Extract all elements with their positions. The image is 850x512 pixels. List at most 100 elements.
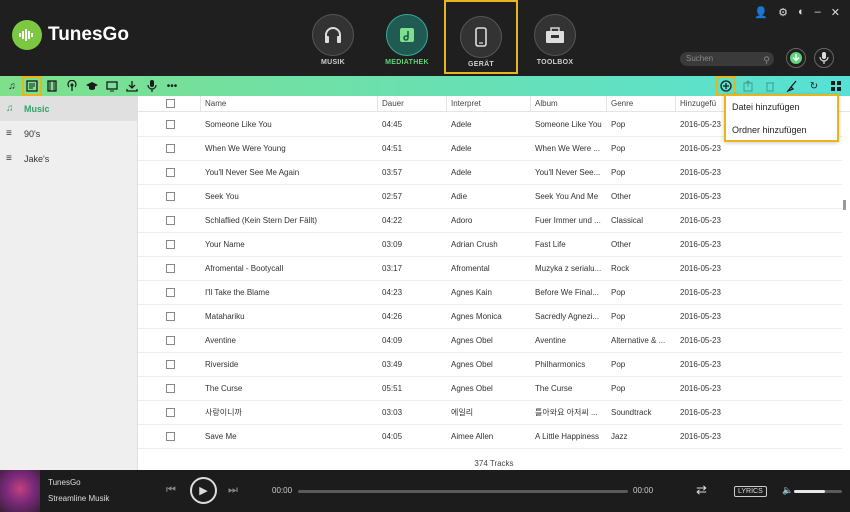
row-checkbox[interactable] xyxy=(166,120,175,129)
row-checkbox[interactable] xyxy=(166,216,175,225)
trash-icon[interactable] xyxy=(762,78,778,94)
table-row[interactable]: Schlaflied (Kein Stern Der Fällt) 04:22 Ad… xyxy=(138,209,842,233)
gear-icon[interactable]: ⚙ xyxy=(778,6,788,19)
film-icon[interactable] xyxy=(44,78,60,94)
toggle-icon[interactable]: ◐ xyxy=(798,6,805,19)
previous-icon[interactable]: ⏮ xyxy=(166,484,176,497)
export-icon[interactable] xyxy=(740,78,756,94)
table-row[interactable]: Aventine 04:09 Agnes Obel Aventine Alternati… xyxy=(138,329,842,353)
add-icon[interactable] xyxy=(716,76,736,96)
table-row[interactable]: You'll Never See Me Again 03:57 Adele You'l… xyxy=(138,161,842,185)
row-checkbox[interactable] xyxy=(166,192,175,201)
cell-genre: Classical xyxy=(611,216,644,225)
tv-icon[interactable] xyxy=(104,78,120,94)
cell-genre: Pop xyxy=(611,384,626,393)
table-row[interactable]: Matahariku 04:26 Agnes Monica Sacredly Agne… xyxy=(138,305,842,329)
column-header-artist[interactable]: Interpret xyxy=(447,96,531,112)
user-icon[interactable]: 👤 xyxy=(754,6,768,19)
row-checkbox-cell xyxy=(138,305,201,329)
music-note-icon[interactable]: ♫ xyxy=(4,78,20,94)
refresh-icon[interactable]: ↻ xyxy=(806,78,822,94)
next-icon[interactable]: ⏭ xyxy=(228,484,238,497)
playlist-icon[interactable] xyxy=(22,76,42,96)
table-row[interactable]: 사랑이니까 03:03 에일리 틀아와요 아저씨 ... Soundtrack 2016-… xyxy=(138,401,842,425)
table-row[interactable]: I'll Take the Blame 04:23 Agnes Kain Before… xyxy=(138,281,842,305)
media-toolbar: ♫ ••• ↻ xyxy=(0,76,850,96)
tab-label: MUSIK xyxy=(320,59,346,66)
playlist-sidebar: ♫ Music ≡ 90's ≡ Jake's xyxy=(0,96,138,470)
sidebar-item-jakes[interactable]: ≡ Jake's xyxy=(0,146,137,171)
tab-mediathek[interactable]: MEDIATHEK xyxy=(370,0,444,74)
lyrics-button[interactable]: LYRICS xyxy=(734,486,767,497)
select-all-checkbox[interactable] xyxy=(166,99,175,108)
close-button[interactable]: ✕ xyxy=(831,6,840,19)
row-checkbox[interactable] xyxy=(166,432,175,441)
sidebar-item-music[interactable]: ♫ Music xyxy=(0,96,137,121)
broom-icon[interactable] xyxy=(784,78,800,94)
table-row[interactable]: Your Name 03:09 Adrian Crush Fast Life Other… xyxy=(138,233,842,257)
cell-artist: Afromental xyxy=(451,264,490,273)
download-icon[interactable] xyxy=(124,78,140,94)
graduation-cap-icon[interactable] xyxy=(84,78,100,94)
cell-artist: Aimee Allen xyxy=(451,432,494,441)
minimize-button[interactable]: – xyxy=(815,6,821,19)
row-checkbox[interactable] xyxy=(166,144,175,153)
repeat-icon[interactable]: ⇄ xyxy=(696,482,707,498)
play-button[interactable]: ▶ xyxy=(190,477,217,504)
cell-duration: 02:57 xyxy=(382,192,403,201)
cell-genre: Other xyxy=(611,240,632,249)
sidebar-item-90s[interactable]: ≡ 90's xyxy=(0,121,137,146)
column-header-duration[interactable]: Dauer xyxy=(378,96,447,112)
cell-album: Fast Life xyxy=(535,240,566,249)
row-checkbox[interactable] xyxy=(166,384,175,393)
table-row[interactable]: Afromental - Bootycall 03:17 Afromental Muz… xyxy=(138,257,842,281)
media-type-filters: ♫ ••• xyxy=(4,76,180,96)
column-header-album[interactable]: Album xyxy=(531,96,607,112)
table-row[interactable]: The Curse 05:51 Agnes Obel The Curse Pop 2016… xyxy=(138,377,842,401)
row-checkbox[interactable] xyxy=(166,288,175,297)
table-row[interactable]: Save Me 04:05 Aimee Allen A Little Happines… xyxy=(138,425,842,449)
progress-bar[interactable] xyxy=(298,490,628,493)
player-bar: TunesGo Streamline Musik ⏮ ▶ ⏭ 00:00 00:… xyxy=(0,470,850,512)
table-row[interactable]: Riverside 03:49 Agnes Obel Philharmonics Pop… xyxy=(138,353,842,377)
microphone-icon[interactable] xyxy=(144,78,160,94)
grid-view-icon[interactable] xyxy=(828,78,844,94)
headphones-icon xyxy=(312,14,354,56)
row-checkbox[interactable] xyxy=(166,408,175,417)
sidebar-item-label: 90's xyxy=(24,128,41,139)
cell-genre: Jazz xyxy=(611,432,628,441)
tab-label: GERÄT xyxy=(468,61,494,68)
tab-musik[interactable]: MUSIK xyxy=(296,0,370,74)
more-icon[interactable]: ••• xyxy=(164,78,180,94)
record-button[interactable] xyxy=(814,48,834,68)
row-checkbox[interactable] xyxy=(166,168,175,177)
table-row[interactable]: Seek You 02:57 Adie Seek You And Me Other 201… xyxy=(138,185,842,209)
podcast-icon[interactable] xyxy=(64,78,80,94)
row-checkbox[interactable] xyxy=(166,264,175,273)
search-input[interactable]: Suchen ⚲ xyxy=(680,52,774,66)
cell-duration: 04:45 xyxy=(382,120,403,129)
add-folder-item[interactable]: Ordner hinzufügen xyxy=(726,119,837,142)
tab-toolbox[interactable]: TOOLBOX xyxy=(518,0,592,74)
row-checkbox[interactable] xyxy=(166,312,175,321)
cell-artist: Agnes Kain xyxy=(451,288,492,297)
row-checkbox[interactable] xyxy=(166,360,175,369)
row-checkbox-cell xyxy=(138,281,201,305)
row-checkbox[interactable] xyxy=(166,240,175,249)
app-name: TunesGo xyxy=(48,24,129,45)
add-file-item[interactable]: Datei hinzufügen xyxy=(726,96,837,119)
cell-album: Seek You And Me xyxy=(535,192,599,201)
download-button[interactable] xyxy=(786,48,806,68)
scrollbar[interactable] xyxy=(843,200,846,210)
search-icon[interactable]: ⚲ xyxy=(763,53,770,67)
cell-duration: 05:51 xyxy=(382,384,403,393)
column-header-genre[interactable]: Genre xyxy=(607,96,676,112)
search-placeholder: Suchen xyxy=(686,54,714,63)
row-checkbox-cell xyxy=(138,353,201,377)
volume-slider[interactable] xyxy=(794,490,842,493)
volume-icon[interactable]: 🔈 xyxy=(782,485,793,496)
toolbox-icon xyxy=(534,14,576,56)
column-header-name[interactable]: Name xyxy=(201,96,378,112)
row-checkbox[interactable] xyxy=(166,336,175,345)
tab-geraet[interactable]: GERÄT xyxy=(444,0,518,74)
